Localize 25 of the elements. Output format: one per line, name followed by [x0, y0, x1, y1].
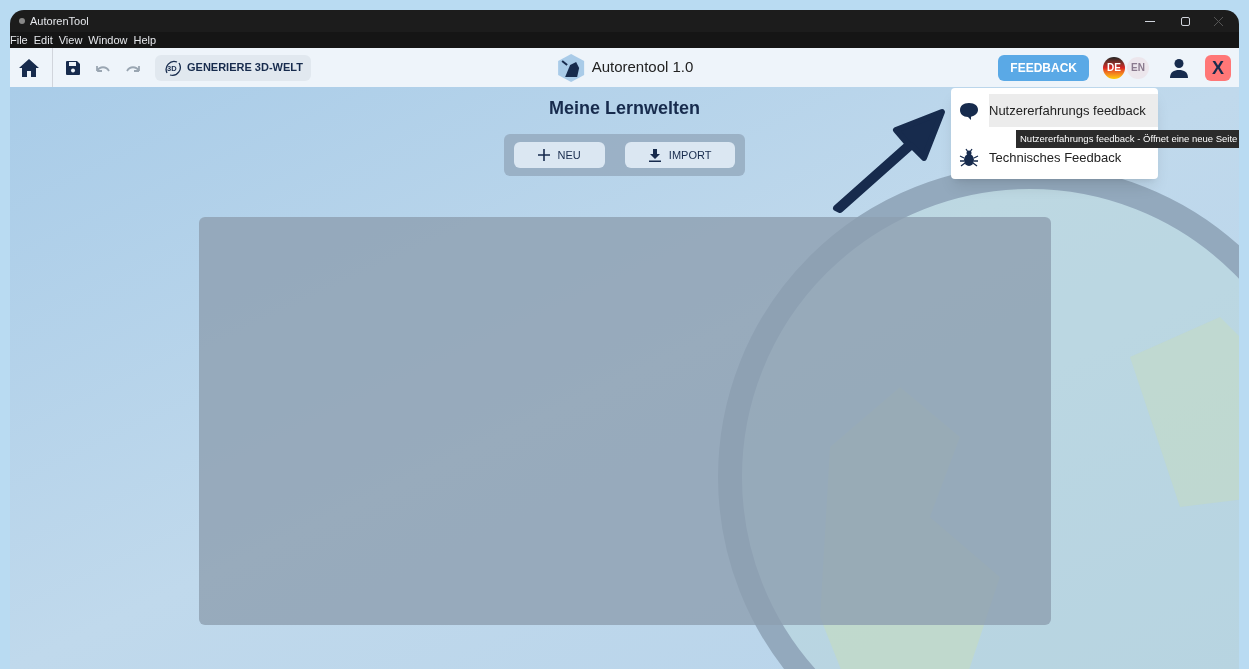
menu-item[interactable]: View: [58, 31, 83, 49]
app-icon: [18, 17, 26, 25]
plus-icon: [537, 149, 550, 161]
page-heading: Meine Lernwelten: [549, 97, 700, 120]
restore-icon[interactable]: [1181, 16, 1190, 26]
save-icon[interactable]: [65, 59, 81, 76]
language-flag[interactable]: DE: [1103, 56, 1125, 79]
menu-item[interactable]: Help: [133, 31, 157, 49]
new-button[interactable]: NEU: [513, 142, 605, 168]
user-icon[interactable]: [1169, 57, 1189, 78]
menu-item[interactable]: Edit: [33, 31, 53, 49]
home-icon[interactable]: [18, 57, 40, 78]
feedback-menu-item[interactable]: Nutzererfahrungs feedback: [989, 94, 1158, 127]
menu-item[interactable]: Window: [88, 31, 128, 49]
download-icon: [648, 148, 661, 162]
close-app-button[interactable]: X: [1205, 54, 1231, 81]
window-title: AutorenTool: [30, 13, 89, 29]
bug-icon: [959, 148, 979, 168]
import-button[interactable]: IMPORT: [624, 142, 736, 168]
minimize-icon[interactable]: [1145, 20, 1155, 22]
app-title: Autorentool 1.0: [591, 57, 694, 78]
logo-icon: [555, 52, 586, 83]
feedback-tooltip: Nutzererfahrungs feedback - Öffnet eine neue Seite: [1016, 130, 1239, 149]
speech-bubble-icon: [959, 101, 979, 120]
menu-item[interactable]: File: [10, 31, 28, 49]
